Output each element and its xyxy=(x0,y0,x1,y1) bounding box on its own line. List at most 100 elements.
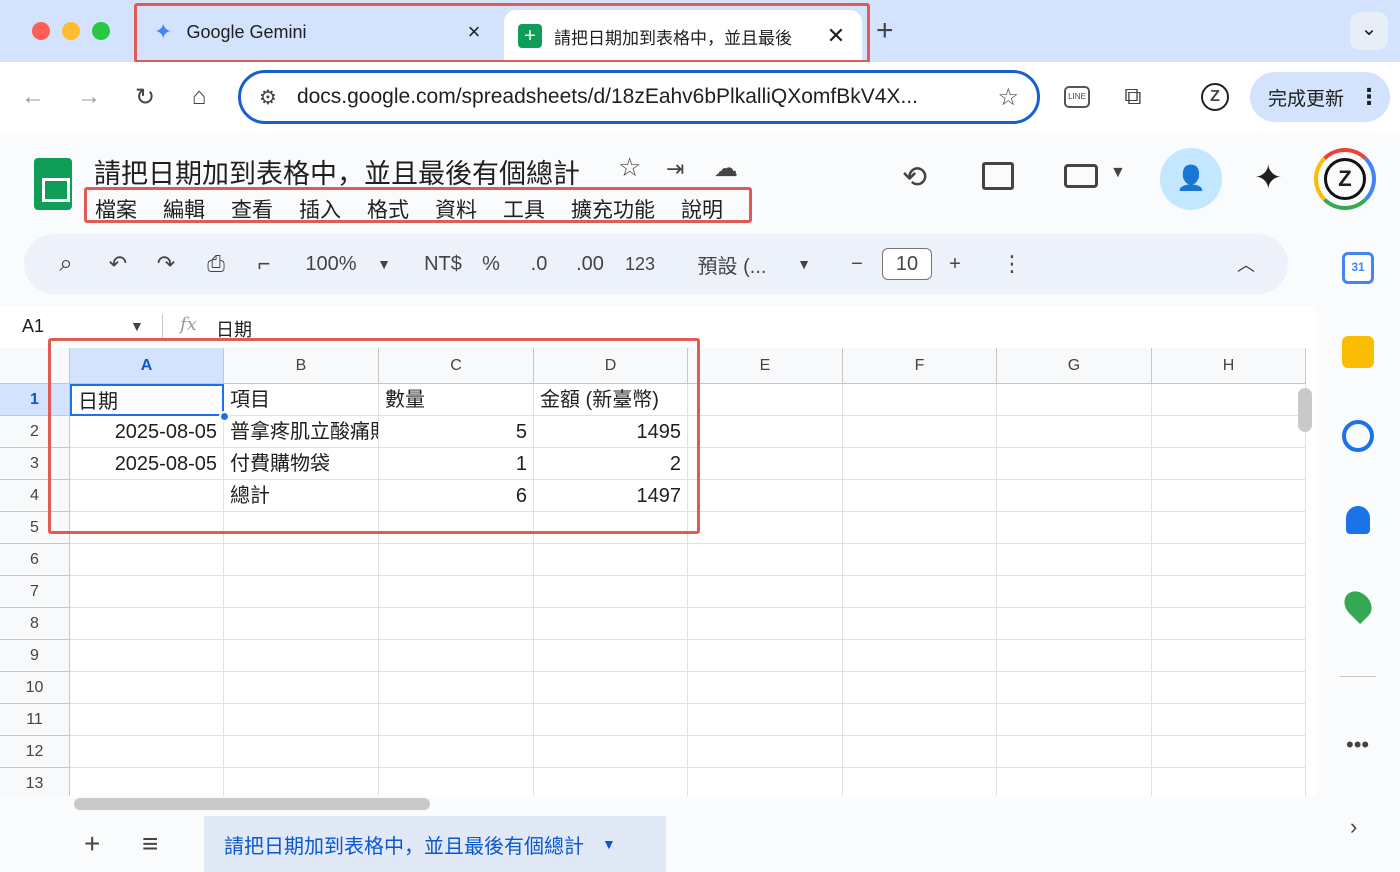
empty-cell[interactable] xyxy=(997,576,1152,608)
formula-input[interactable]: 日期 xyxy=(216,316,252,342)
empty-cell[interactable] xyxy=(224,768,379,796)
empty-cell[interactable] xyxy=(997,640,1152,672)
empty-cell[interactable] xyxy=(534,640,688,672)
fill-handle[interactable] xyxy=(219,411,230,422)
back-arrow-icon[interactable]: ← xyxy=(16,80,50,114)
cell-a4[interactable] xyxy=(70,480,224,512)
undo-icon[interactable]: ↶ xyxy=(104,248,132,280)
chevron-right-icon[interactable]: › xyxy=(1350,814,1357,840)
cell-c1[interactable]: 數量 xyxy=(379,384,534,416)
zoom-select[interactable]: 100% xyxy=(300,248,362,280)
empty-cell[interactable] xyxy=(70,576,224,608)
sheet-tab-active[interactable]: 請把日期加到表格中，並且最後有個總計 ▼ xyxy=(204,816,666,872)
decrease-font-size-button[interactable]: − xyxy=(846,248,868,280)
empty-cell[interactable] xyxy=(1152,544,1306,576)
menu-data[interactable]: 資料 xyxy=(435,194,477,224)
empty-cell[interactable] xyxy=(688,768,843,796)
empty-cell[interactable] xyxy=(534,672,688,704)
extensions-puzzle-icon[interactable]: ⧉ xyxy=(1116,80,1150,114)
more-formats-button[interactable]: 123 xyxy=(624,248,656,280)
empty-cell[interactable] xyxy=(70,640,224,672)
empty-cell[interactable] xyxy=(997,384,1152,416)
all-sheets-button[interactable]: ≡ xyxy=(142,828,158,860)
close-icon[interactable]: ✕ xyxy=(824,23,848,49)
cell-d2[interactable]: 1495 xyxy=(534,416,688,448)
empty-cell[interactable] xyxy=(843,608,997,640)
empty-cell[interactable] xyxy=(1152,640,1306,672)
gemini-sparkle-icon[interactable]: ✦ xyxy=(1254,158,1283,198)
empty-cell[interactable] xyxy=(224,704,379,736)
row-header-2[interactable]: 2 xyxy=(0,416,70,448)
keep-icon[interactable] xyxy=(1342,336,1374,368)
contacts-icon[interactable] xyxy=(1346,506,1370,534)
empty-cell[interactable] xyxy=(70,608,224,640)
empty-cell[interactable] xyxy=(843,448,997,480)
row-header-8[interactable]: 8 xyxy=(0,608,70,640)
maps-icon[interactable] xyxy=(1338,585,1378,625)
row-header-5[interactable]: 5 xyxy=(0,512,70,544)
column-header-e[interactable]: E xyxy=(688,348,843,384)
address-bar[interactable]: ⚙ docs.google.com/spreadsheets/d/18zEahv… xyxy=(238,70,1040,124)
new-tab-button[interactable]: + xyxy=(876,14,894,48)
document-title[interactable]: 請把日期加到表格中，並且最後有個總計 xyxy=(94,152,580,191)
cell-d1[interactable]: 金額 (新臺幣) xyxy=(534,384,688,416)
empty-cell[interactable] xyxy=(70,544,224,576)
percent-format-button[interactable]: % xyxy=(480,248,502,280)
chevron-up-icon[interactable]: ︿ xyxy=(1234,248,1258,280)
cell-a1[interactable]: 日期 xyxy=(70,384,224,416)
tab-google-gemini[interactable]: ✦ Google Gemini × xyxy=(140,8,500,56)
empty-cell[interactable] xyxy=(224,576,379,608)
reload-icon[interactable]: ↻ xyxy=(128,80,162,114)
empty-cell[interactable] xyxy=(688,448,843,480)
cell-b3[interactable]: 付費購物袋 xyxy=(224,448,379,480)
row-header-6[interactable]: 6 xyxy=(0,544,70,576)
move-folder-icon[interactable]: ⇥ xyxy=(666,156,684,182)
more-vert-icon[interactable]: ⋮ xyxy=(1358,84,1380,110)
comments-icon[interactable] xyxy=(982,162,1014,190)
menu-insert[interactable]: 插入 xyxy=(299,194,341,224)
close-icon[interactable]: × xyxy=(462,19,486,45)
empty-cell[interactable] xyxy=(1152,480,1306,512)
chevron-down-icon[interactable]: ▼ xyxy=(374,248,394,280)
empty-cell[interactable] xyxy=(224,640,379,672)
empty-cell[interactable] xyxy=(688,608,843,640)
column-header-b[interactable]: B xyxy=(224,348,379,384)
bookmark-star-icon[interactable]: ☆ xyxy=(997,83,1019,112)
menu-tools[interactable]: 工具 xyxy=(503,194,545,224)
redo-icon[interactable]: ↷ xyxy=(152,248,180,280)
empty-cell[interactable] xyxy=(1152,672,1306,704)
cell-b4[interactable]: 總計 xyxy=(224,480,379,512)
empty-cell[interactable] xyxy=(843,672,997,704)
menu-view[interactable]: 查看 xyxy=(231,194,273,224)
row-header-9[interactable]: 9 xyxy=(0,640,70,672)
empty-cell[interactable] xyxy=(843,768,997,796)
empty-cell[interactable] xyxy=(843,416,997,448)
search-icon[interactable]: ⌕ xyxy=(52,248,80,280)
empty-cell[interactable] xyxy=(688,384,843,416)
empty-cell[interactable] xyxy=(379,544,534,576)
maximize-window-button[interactable] xyxy=(92,22,110,40)
empty-cell[interactable] xyxy=(224,512,379,544)
row-header-13[interactable]: 13 xyxy=(0,768,70,796)
empty-cell[interactable] xyxy=(688,416,843,448)
paint-format-icon[interactable]: ⌐ xyxy=(250,248,278,280)
tab-search-button[interactable]: ⌄ xyxy=(1350,12,1388,50)
star-icon[interactable]: ☆ xyxy=(618,152,641,183)
menu-edit[interactable]: 編輯 xyxy=(163,194,205,224)
empty-cell[interactable] xyxy=(70,672,224,704)
print-icon[interactable]: ⎙ xyxy=(202,248,230,280)
line-extension-icon[interactable]: LINE xyxy=(1060,80,1094,114)
menu-extensions[interactable]: 擴充功能 xyxy=(571,194,655,224)
row-header-10[interactable]: 10 xyxy=(0,672,70,704)
column-header-h[interactable]: H xyxy=(1152,348,1306,384)
empty-cell[interactable] xyxy=(1152,768,1306,796)
cell-c4[interactable]: 6 xyxy=(379,480,534,512)
chevron-down-icon[interactable]: ▼ xyxy=(794,248,814,280)
row-header-4[interactable]: 4 xyxy=(0,480,70,512)
empty-cell[interactable] xyxy=(379,640,534,672)
empty-cell[interactable] xyxy=(688,672,843,704)
font-select[interactable]: 預設 (... xyxy=(694,248,770,280)
cell-b2[interactable]: 普拿疼肌立酸痛貼 xyxy=(224,416,379,448)
empty-cell[interactable] xyxy=(1152,608,1306,640)
site-settings-icon[interactable]: ⚙ xyxy=(259,85,277,110)
